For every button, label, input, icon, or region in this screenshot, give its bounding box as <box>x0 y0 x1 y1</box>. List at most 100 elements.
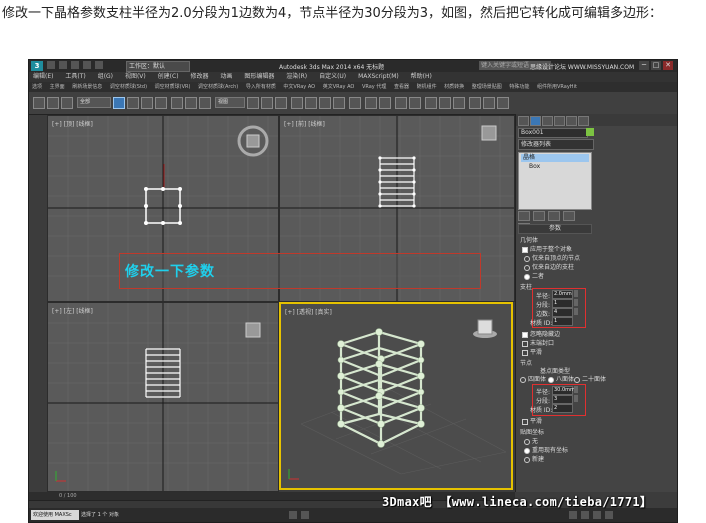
object-name-field[interactable]: Box001 <box>518 128 588 138</box>
menu-group[interactable]: 组(G) <box>98 73 113 80</box>
lock-selection-icon[interactable] <box>289 511 297 519</box>
move-icon[interactable] <box>171 97 183 109</box>
maxscript-listener[interactable]: 欢迎使用 MAXSc <box>31 510 79 520</box>
viewport-label[interactable]: [+] [左] [线框] <box>52 306 93 315</box>
display-tab-icon[interactable] <box>566 116 577 126</box>
orbit-icon[interactable] <box>593 511 601 519</box>
strut-segments-field[interactable]: 1 <box>552 299 573 308</box>
selection-filter-dropdown[interactable]: 全部 <box>77 97 111 108</box>
tetra-radio[interactable]: 四面体 <box>520 374 546 383</box>
new-file-icon[interactable] <box>47 61 55 69</box>
layer-manager-icon[interactable] <box>395 97 407 109</box>
menu-animation[interactable]: 动画 <box>220 73 232 80</box>
ribbon-item[interactable]: VRay 代理 <box>362 84 386 90</box>
map-reuse-radio[interactable]: 重用现有坐标 <box>524 445 568 454</box>
bind-spacewarp-icon[interactable] <box>61 97 73 109</box>
strut-material-field[interactable]: 1 <box>552 317 573 326</box>
named-selection-icon[interactable] <box>349 97 361 109</box>
render-frame-icon[interactable] <box>483 97 495 109</box>
ribbon-item[interactable]: 调空材质球(Arch) <box>198 84 238 90</box>
menu-create[interactable]: 创建(C) <box>158 73 179 80</box>
menu-rendering[interactable]: 渲染(R) <box>286 73 307 80</box>
motion-tab-icon[interactable] <box>554 116 565 126</box>
absolute-mode-icon[interactable] <box>301 511 309 519</box>
viewport-left[interactable]: [+] [左] [线框] <box>47 302 279 492</box>
menu-graph-editors[interactable]: 图形编辑器 <box>244 73 274 80</box>
save-file-icon[interactable] <box>71 61 79 69</box>
angle-snap-icon[interactable] <box>305 97 317 109</box>
select-object-icon[interactable] <box>113 97 125 109</box>
keyboard-shortcut-icon[interactable] <box>275 97 287 109</box>
ribbon-item[interactable]: 导入所有材质 <box>246 84 276 90</box>
apply-all-checkbox[interactable]: 应用于整个对象 <box>522 244 572 253</box>
render-setup-icon[interactable] <box>469 97 481 109</box>
unlink-icon[interactable] <box>47 97 59 109</box>
end-caps-checkbox[interactable]: 末端封口 <box>522 338 554 347</box>
open-file-icon[interactable] <box>59 61 67 69</box>
zoom-icon[interactable] <box>569 511 577 519</box>
material-editor-icon[interactable] <box>453 97 465 109</box>
align-icon[interactable] <box>379 97 391 109</box>
map-none-radio[interactable]: 无 <box>524 436 538 445</box>
menu-views[interactable]: 视图(V) <box>125 73 146 80</box>
icosa-radio[interactable]: 二十面体 <box>574 374 606 383</box>
percent-snap-icon[interactable] <box>319 97 331 109</box>
ribbon-item[interactable]: 特殊功能 <box>509 84 529 90</box>
viewport-label[interactable]: [+] [前] [线框] <box>284 119 325 128</box>
workspace-dropdown[interactable]: 工作区：默认 <box>126 61 190 72</box>
joint-material-field[interactable]: 2 <box>552 404 573 413</box>
menu-edit[interactable]: 编辑(E) <box>33 73 53 80</box>
octa-radio[interactable]: 八面体 <box>548 374 574 383</box>
pan-icon[interactable] <box>581 511 589 519</box>
pin-stack-icon[interactable] <box>518 211 530 221</box>
modifier-list-dropdown[interactable]: 修改器列表 <box>518 139 594 150</box>
create-tab-icon[interactable] <box>518 116 529 126</box>
strut-smooth-checkbox[interactable]: 平滑 <box>522 347 542 356</box>
graphite-icon[interactable] <box>409 97 421 109</box>
only-struts-radio[interactable]: 仅来自边的支柱 <box>524 262 574 271</box>
show-end-result-icon[interactable] <box>533 211 545 221</box>
ribbon-item[interactable]: 随机组件 <box>417 84 437 90</box>
redo-icon[interactable] <box>95 61 103 69</box>
menu-help[interactable]: 帮助(H) <box>411 73 432 80</box>
joint-segments-spinner[interactable] <box>574 395 578 402</box>
ribbon-item[interactable]: 整理场景贴图 <box>472 84 502 90</box>
map-new-radio[interactable]: 新建 <box>524 454 544 463</box>
menu-customize[interactable]: 自定义(U) <box>319 73 346 80</box>
make-unique-icon[interactable] <box>548 211 560 221</box>
modify-tab-icon[interactable] <box>530 116 541 126</box>
manipulate-icon[interactable] <box>261 97 273 109</box>
close-button[interactable]: ✕ <box>663 61 673 70</box>
mirror-icon[interactable] <box>365 97 377 109</box>
curve-editor-icon[interactable] <box>425 97 437 109</box>
ignore-hidden-checkbox[interactable]: 忽略隐藏边 <box>522 329 560 338</box>
strut-radius-field[interactable]: 2.0mm <box>552 290 573 299</box>
joint-radius-spinner[interactable] <box>574 386 578 393</box>
menu-tools[interactable]: 工具(T) <box>65 73 85 80</box>
params-rollout-header[interactable]: 参数 <box>518 224 592 234</box>
viewport-label[interactable]: [+] [顶] [线框] <box>52 119 93 128</box>
ribbon-item[interactable]: 调空材质球(Std) <box>110 84 147 90</box>
remove-modifier-icon[interactable] <box>563 211 575 221</box>
menu-maxscript[interactable]: MAXScript(M) <box>358 73 399 80</box>
menu-modifiers[interactable]: 修改器 <box>190 73 208 80</box>
select-by-name-icon[interactable] <box>127 97 139 109</box>
schematic-view-icon[interactable] <box>439 97 451 109</box>
maximize-viewport-icon[interactable] <box>605 511 613 519</box>
reference-coord-dropdown[interactable]: 视图 <box>215 97 245 108</box>
scale-icon[interactable] <box>199 97 211 109</box>
ribbon-item[interactable]: 刷新场景信息 <box>72 84 102 90</box>
hierarchy-tab-icon[interactable] <box>542 116 553 126</box>
object-color-swatch[interactable] <box>586 128 594 136</box>
ribbon-item[interactable]: 主界面 <box>50 84 65 90</box>
both-radio[interactable]: 二者 <box>524 271 544 280</box>
ribbon-item[interactable]: 材质转换 <box>444 84 464 90</box>
rect-selection-icon[interactable] <box>141 97 153 109</box>
rotate-icon[interactable] <box>185 97 197 109</box>
undo-icon[interactable] <box>83 61 91 69</box>
strut-segments-spinner[interactable] <box>574 299 578 306</box>
ribbon-item[interactable]: 英文VRay AO <box>323 84 355 90</box>
strut-radius-spinner[interactable] <box>574 290 578 297</box>
snap-icon[interactable] <box>291 97 303 109</box>
joint-segments-field[interactable]: 3 <box>552 395 573 404</box>
